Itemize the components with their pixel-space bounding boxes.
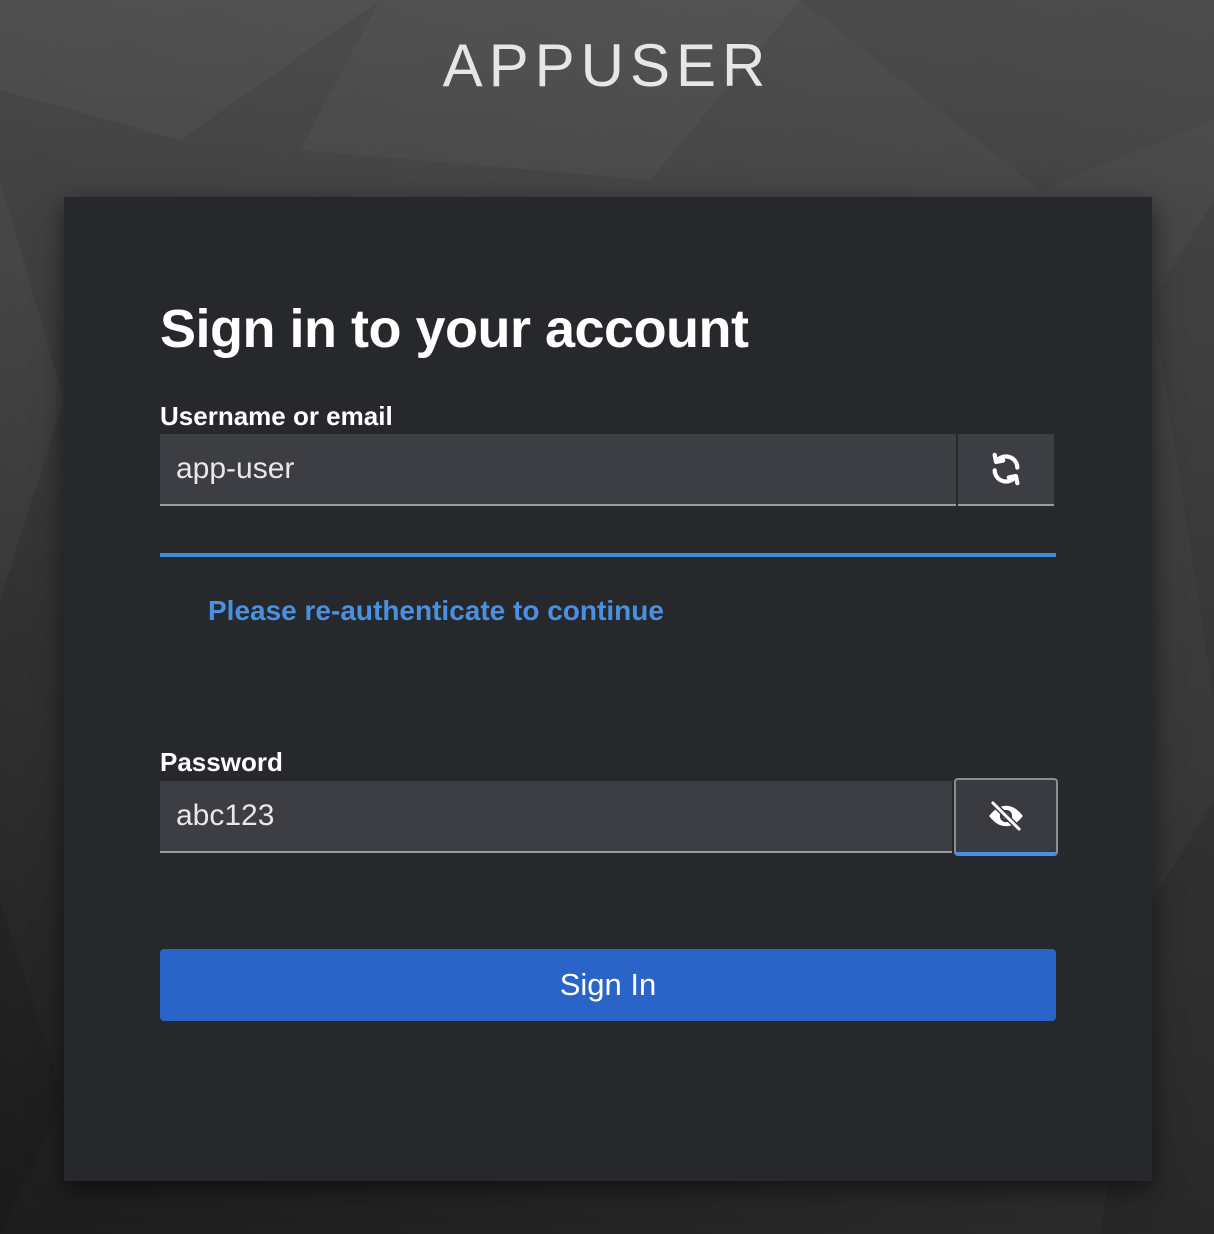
form-divider: [160, 553, 1056, 557]
password-label: Password: [160, 747, 283, 777]
page-title: Sign in to your account: [160, 299, 749, 359]
sign-in-button[interactable]: Sign In: [160, 949, 1056, 1021]
password-field[interactable]: abc123: [160, 781, 952, 853]
login-card: Sign in to your account Username or emai…: [64, 197, 1152, 1181]
eye-slash-icon: [989, 799, 1023, 833]
refresh-icon: [992, 452, 1020, 486]
reauth-message: Please re-authenticate to continue: [208, 595, 664, 626]
brand-title: APPUSER: [442, 32, 772, 99]
restart-login-button[interactable]: [958, 434, 1054, 506]
username-label: Username or email: [160, 401, 393, 431]
toggle-password-visibility-button[interactable]: [954, 778, 1058, 856]
username-field[interactable]: app-user: [160, 434, 956, 506]
